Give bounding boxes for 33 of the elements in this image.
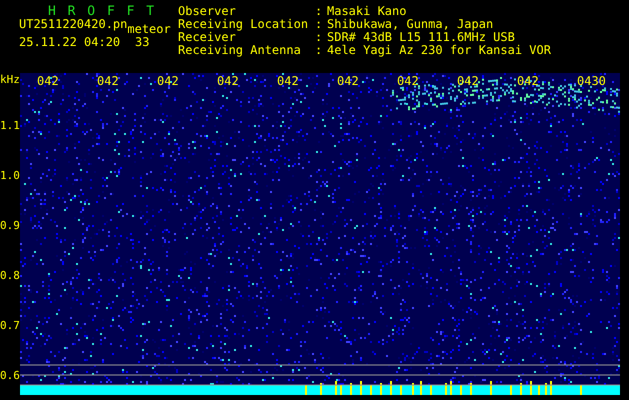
colon-separator: : <box>315 4 322 18</box>
colon-separator: : <box>315 43 322 57</box>
time-label: 042 <box>97 74 119 88</box>
program-title: H R O F F T <box>47 5 158 18</box>
info-value: Masaki Kano <box>327 5 406 18</box>
count-value: 33 <box>134 36 150 49</box>
file-name: UT2511220420.pn <box>19 18 128 33</box>
mode-label: meteor <box>127 23 171 36</box>
info-label: Receiving Antenna <box>178 44 302 57</box>
axis-label: 1.0 <box>0 168 20 182</box>
time-label: 042 <box>37 74 59 88</box>
axis-unit: kHz <box>0 73 20 87</box>
time-label: 042 <box>517 74 539 88</box>
info-value: SDR# 43dB L15 111.6MHz USB <box>327 31 515 44</box>
info-label: Receiving Location <box>178 18 310 31</box>
axis-label: 0.8 <box>0 268 20 282</box>
info-value: Shibukawa, Gunma, Japan <box>327 18 494 31</box>
info-value: 4ele Yagi Az 230 for Kansai VOR <box>327 44 551 57</box>
axis-label: 1.1 <box>0 118 20 132</box>
date-time: 25.11.22 04:20 <box>19 36 122 49</box>
info-label: Observer <box>178 5 237 18</box>
time-label: 0430 <box>577 74 606 88</box>
axis-label: 0.6 <box>0 368 20 382</box>
time-label: 042 <box>157 74 179 88</box>
axis-label: 0.9 <box>0 218 20 232</box>
time-label: 042 <box>337 74 359 88</box>
time-label: 042 <box>277 74 299 88</box>
colon-separator: : <box>315 30 322 44</box>
time-label: 042 <box>457 74 479 88</box>
info-label: Receiver <box>178 31 236 44</box>
axis-label: 0.7 <box>0 318 20 332</box>
colon-separator: : <box>315 17 322 31</box>
time-label: 042 <box>397 74 419 88</box>
